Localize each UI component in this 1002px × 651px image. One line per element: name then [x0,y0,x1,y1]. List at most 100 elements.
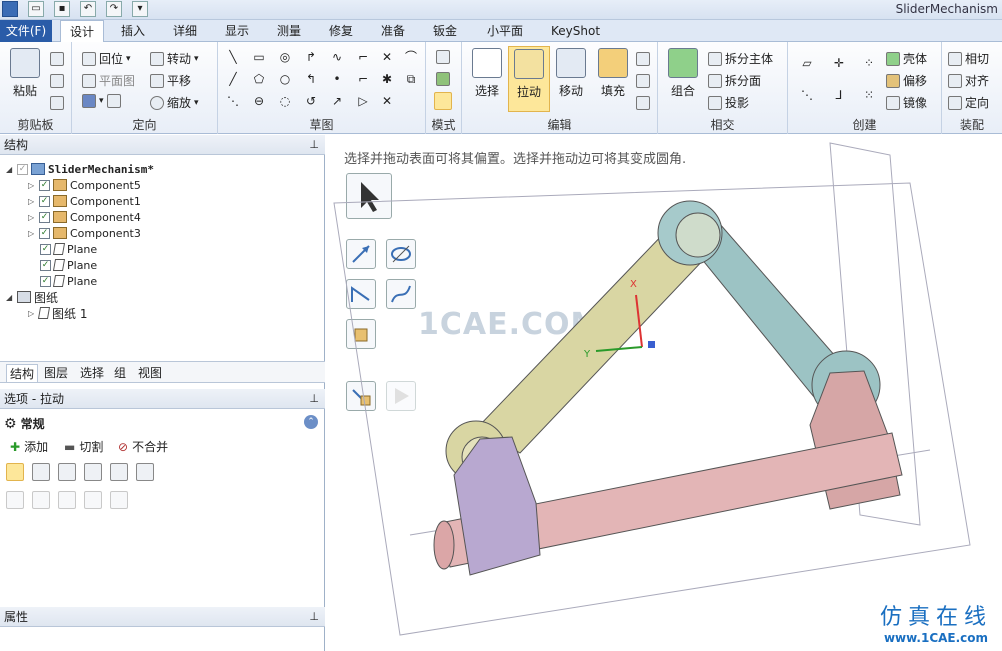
tree-item-drawing-sheet[interactable]: ▷ 图纸 1 [28,305,87,321]
3d-mode-icon[interactable] [434,92,452,110]
expand-icon[interactable]: ▷ [28,213,36,222]
fillet-tool-icon[interactable]: ⌐ [356,72,370,86]
plan-view-button[interactable]: 平面图 [82,72,135,89]
section-mode-icon[interactable] [436,72,450,86]
three-point-circle-icon[interactable]: ◌ [278,94,292,108]
corner-tool-icon[interactable]: ⌐ [356,50,370,64]
sweep-arc-icon[interactable]: ↰ [304,72,318,86]
point-tool-icon[interactable]: • [330,72,344,86]
home-button[interactable]: 回位 ▾ [82,50,131,67]
sweep-option-icon[interactable] [84,491,102,509]
extend-tool-icon[interactable]: ✱ [380,72,394,86]
tree-item-component1[interactable]: ▷ ✓ Component1 [28,193,141,209]
select-button[interactable]: 选择 [466,46,508,112]
tab-repair[interactable]: 修复 [320,20,362,42]
slider-block[interactable] [453,436,541,576]
coordinate-system-icon[interactable]: ⅃ [832,88,846,102]
blend-icon[interactable] [636,52,650,66]
tree-item-plane[interactable]: ✓ Plane [40,241,97,257]
tree-item-plane[interactable]: ✓ Plane [40,273,97,289]
rod-end[interactable] [433,520,455,570]
expand-icon[interactable]: ▷ [28,181,36,190]
measure-icon[interactable] [110,463,128,481]
tree-checkbox[interactable]: ✓ [40,275,51,287]
tree-checkbox[interactable]: ✓ [40,243,51,255]
tree-checkbox[interactable]: ✓ [39,211,50,223]
circle-tool-icon[interactable]: ◎ [278,50,292,64]
construction-line-icon[interactable]: ⋱ [226,94,240,108]
pattern-icon[interactable]: ⁘ [862,56,876,70]
arc-tool-icon[interactable]: ↱ [304,50,318,64]
orient-constraint-button[interactable]: 定向 [948,94,989,111]
collapse-icon[interactable]: ◢ [6,293,14,302]
plane-icon[interactable]: ▱ [800,56,814,70]
tab-keyshot[interactable]: KeyShot [542,20,609,42]
pan-button[interactable]: 平移 [150,72,191,89]
panel-tab-selection[interactable]: 选择 [80,364,104,381]
open-icon[interactable]: ▭ [28,1,44,17]
tab-detail[interactable]: 详细 [164,20,206,42]
copy-icon[interactable] [50,74,64,88]
replace-icon[interactable] [636,74,650,88]
mirror-button[interactable]: 镜像 [886,94,927,111]
tree-item-component5[interactable]: ▷ ✓ Component5 [28,177,141,193]
3d-viewport[interactable]: 选择并拖动表面可将其偏置。选择并拖动边可将其变成圆角. 1CAE.COM X Y… [330,135,1002,651]
tab-design[interactable]: 设计 [60,20,105,43]
tangent-line-icon[interactable]: ╱ [226,72,240,86]
spline-tool-icon[interactable]: ∿ [330,50,344,64]
tree-item-component4[interactable]: ▷ ✓ Component4 [28,209,141,225]
grid-pattern-icon[interactable]: ⁙ [862,88,876,102]
trim-tool-icon[interactable]: ✕ [380,50,394,64]
pin-icon[interactable]: ⊥ [309,607,319,627]
options-section-general[interactable]: ⚙ 常规 [4,415,45,432]
undo-icon[interactable]: ↶ [80,1,96,17]
tree-checkbox[interactable]: ✓ [17,163,28,175]
expand-icon[interactable]: ▷ [28,229,36,238]
spin-button[interactable]: 转动 ▾ [150,50,199,67]
paste-button[interactable]: 粘贴 [4,46,46,112]
origin-icon[interactable]: ✛ [832,56,846,70]
fill-button[interactable]: 填充 [592,46,634,112]
tree-checkbox[interactable]: ✓ [40,259,51,271]
axis-icon[interactable]: ⋱ [800,88,814,102]
view-cube-button[interactable]: ▾ [82,94,121,108]
mechanism-model[interactable]: X Y [330,135,1002,651]
tab-facets[interactable]: 小平面 [478,20,532,42]
panel-tab-groups[interactable]: 组 [114,364,126,381]
offset-button[interactable]: 偏移 [886,72,927,89]
tree-item-drawings[interactable]: ◢ 图纸 [6,289,58,305]
add-option[interactable]: ✚ 添加 [10,438,48,455]
split-curve-icon[interactable]: ✕ [380,94,394,108]
sketch-mode-icon[interactable] [436,50,450,64]
qat-dropdown-icon[interactable]: ▾ [132,1,148,17]
revolve-option-icon[interactable] [58,491,76,509]
redo-icon[interactable]: ↷ [106,1,122,17]
extrude-option-icon[interactable] [32,491,50,509]
align-button[interactable]: 对齐 [948,72,989,89]
yellow-link[interactable] [477,228,709,454]
pull-button[interactable]: 拉动 [508,46,550,112]
top-pin[interactable] [675,212,721,258]
pin-icon[interactable]: ⊥ [309,135,319,155]
slot-tool-icon[interactable]: ⊖ [252,94,266,108]
panel-tab-structure[interactable]: 结构 [6,364,39,382]
tab-file[interactable]: 文件(F) [0,20,52,42]
collapse-icon[interactable]: ◢ [6,165,14,174]
move-button[interactable]: 移动 [550,46,592,112]
tangent-button[interactable]: 相切 [948,50,989,67]
both-sides-icon[interactable] [84,463,102,481]
rectangle-tool-icon[interactable]: ▭ [252,50,266,64]
ruler-icon[interactable] [136,463,154,481]
tree-root[interactable]: ◢ ✓ SliderMechanism* [6,161,154,177]
tweak-face-icon[interactable] [636,96,650,110]
tree-checkbox[interactable]: ✓ [39,179,50,191]
pin-icon[interactable]: ⊥ [309,389,319,409]
project-button[interactable]: 投影 [708,94,749,111]
tree-item-plane[interactable]: ✓ Plane [40,257,97,273]
panel-tab-views[interactable]: 视图 [138,364,162,381]
pivot-icon[interactable] [32,463,50,481]
draft-option-icon[interactable] [110,491,128,509]
curve-tool-icon[interactable]: ⌒ [404,50,418,64]
ellipse-tool-icon[interactable]: ○ [278,72,292,86]
project-curve-icon[interactable]: ▷ [356,94,370,108]
